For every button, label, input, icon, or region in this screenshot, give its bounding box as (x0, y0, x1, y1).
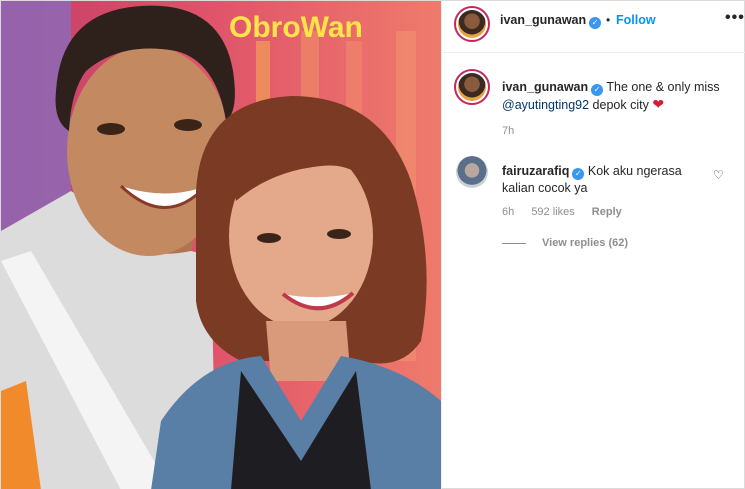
separator-dot: • (606, 13, 611, 27)
replies-divider-line (502, 242, 526, 244)
follow-button[interactable]: Follow (616, 13, 656, 27)
photo-illustration: ObroWan (1, 1, 441, 489)
comment-meta: 6h 592 likes Reply (502, 206, 636, 218)
author-avatar[interactable] (454, 6, 490, 42)
caption-timestamp[interactable]: 7h (502, 125, 514, 137)
author-username[interactable]: ivan_gunawan ✓ (500, 13, 602, 29)
view-replies-label[interactable]: View replies (62) (542, 237, 628, 249)
verified-badge-icon: ✓ (589, 17, 602, 29)
avatar-image (458, 73, 486, 101)
author-username-text[interactable]: ivan_gunawan (500, 13, 586, 27)
avatar-image (458, 10, 486, 38)
comment-text: fairuzarafiq ✓ Kok aku ngerasa kalian coc… (502, 163, 712, 197)
view-replies-button[interactable]: View replies (62) (502, 237, 628, 249)
heart-emoji-icon: ❤ (652, 96, 665, 112)
post-side-panel: ivan_gunawan ✓ • Follow ••• ivan_gunawan ✓… (441, 1, 745, 489)
commenter-avatar[interactable] (456, 156, 488, 188)
commenter-username[interactable]: fairuzarafiq (502, 164, 569, 178)
reply-button[interactable]: Reply (592, 206, 622, 218)
more-options-icon[interactable]: ••• (725, 9, 745, 27)
avatar-image (456, 156, 488, 188)
post-header: ivan_gunawan ✓ • Follow ••• (442, 1, 745, 53)
caption-mention-link[interactable]: @ayutingting92 (502, 98, 589, 112)
comment-like-heart-icon[interactable]: ♡ (713, 168, 724, 182)
post-photo[interactable]: ObroWan (1, 1, 441, 489)
verified-badge-icon: ✓ (572, 168, 585, 180)
caption-body-start: The one & only miss (606, 80, 720, 94)
neon-sign: ObroWan (229, 11, 363, 44)
verified-badge-icon: ✓ (591, 84, 604, 96)
comment-timestamp[interactable]: 6h (502, 206, 514, 218)
instagram-post: ObroWan ivan_gunawan ✓ • Follow ••• ivan… (0, 0, 745, 489)
comment-like-count[interactable]: 592 likes (531, 206, 574, 218)
caption-body-end: depok city (592, 98, 649, 112)
caption-username[interactable]: ivan_gunawan (502, 80, 588, 94)
caption-text: ivan_gunawan ✓ The one & only miss @ayuti… (502, 79, 737, 114)
caption-avatar[interactable] (454, 69, 490, 105)
